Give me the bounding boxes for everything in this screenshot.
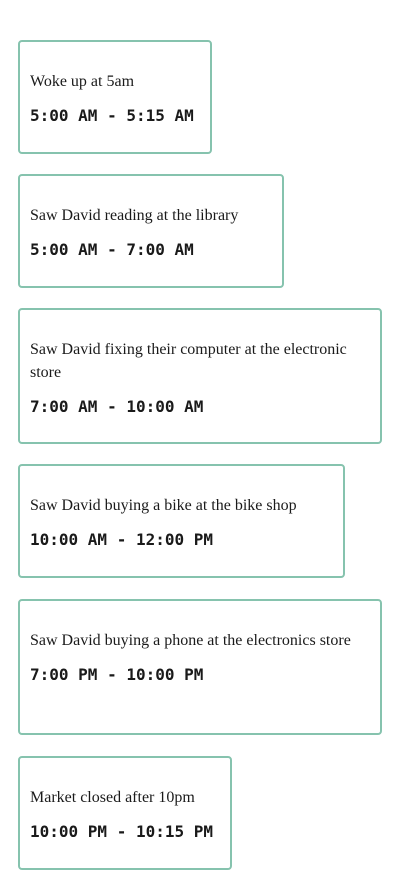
- event-time-range: 7:00 AM - 10:00 AM: [30, 397, 204, 416]
- event-description: Saw David buying a bike at the bike shop: [30, 497, 297, 514]
- event-description: Saw David buying a phone at the electron…: [30, 632, 351, 649]
- event-card[interactable]: Saw David fixing their computer at the e…: [18, 308, 382, 444]
- event-card[interactable]: Market closed after 10pm 10:00 PM - 10:1…: [18, 756, 232, 870]
- event-time-range: 5:00 AM - 7:00 AM: [30, 240, 194, 259]
- event-card[interactable]: Woke up at 5am 5:00 AM - 5:15 AM: [18, 40, 212, 154]
- event-description: Woke up at 5am: [30, 73, 135, 90]
- event-description: Saw David fixing their computer at the e…: [30, 341, 347, 381]
- event-description: Saw David reading at the library: [30, 207, 239, 224]
- event-card[interactable]: Saw David reading at the library 5:00 AM…: [18, 174, 284, 288]
- event-description: Market closed after 10pm: [30, 789, 195, 806]
- event-card[interactable]: Saw David buying a bike at the bike shop…: [18, 464, 345, 578]
- event-time-range: 5:00 AM - 5:15 AM: [30, 106, 194, 125]
- event-timeline: Woke up at 5am 5:00 AM - 5:15 AM Saw Dav…: [0, 0, 400, 888]
- event-time-range: 7:00 PM - 10:00 PM: [30, 665, 204, 684]
- event-card[interactable]: Saw David buying a phone at the electron…: [18, 599, 382, 735]
- event-time-range: 10:00 AM - 12:00 PM: [30, 530, 214, 549]
- event-time-range: 10:00 PM - 10:15 PM: [30, 822, 214, 841]
